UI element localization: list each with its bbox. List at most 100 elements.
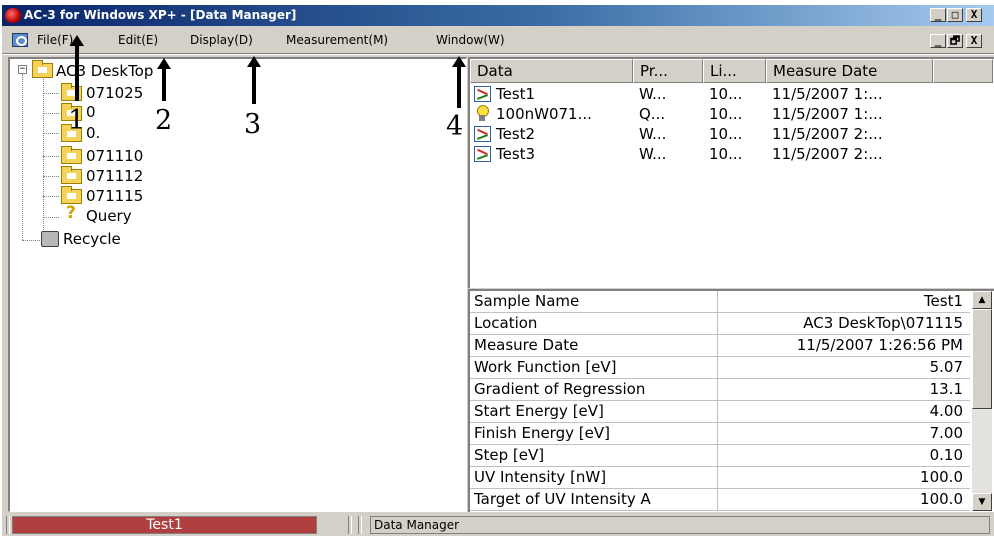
menu-measurement[interactable]: Measurement(M) bbox=[286, 33, 388, 47]
row-name: Test2 bbox=[496, 125, 536, 143]
property-value: 11/5/2007 1:26:56 PM bbox=[796, 336, 963, 354]
restore-button[interactable]: □ bbox=[947, 8, 963, 22]
tree-root-desktop[interactable]: AC3 DeskTop bbox=[56, 62, 153, 80]
property-row[interactable]: Step [eV] 0.10 bbox=[470, 445, 970, 467]
properties-grid[interactable]: Sample Name Test1 Location AC3 DeskTop\0… bbox=[468, 289, 994, 512]
status-divider bbox=[348, 516, 352, 534]
row-date: 11/5/2007 1:... bbox=[772, 105, 883, 123]
window-title: AC-3 for Windows XP+ - [Data Manager] bbox=[24, 8, 297, 22]
property-row[interactable]: Work Function [eV] 5.07 bbox=[470, 357, 970, 379]
data-file-icon bbox=[474, 126, 491, 142]
status-text: Data Manager bbox=[370, 516, 990, 534]
property-value: 0.10 bbox=[929, 446, 963, 464]
tree-folder-071112[interactable]: 071112 bbox=[86, 167, 143, 185]
column-header-li[interactable]: Li... bbox=[703, 59, 766, 83]
data-manager-window: − AC3 DeskTop 071025 0 0. 071110 071112 … bbox=[2, 55, 994, 513]
row-name: Test1 bbox=[496, 85, 536, 103]
data-manager-icon[interactable] bbox=[12, 33, 28, 47]
status-bar: Test1 Data Manager bbox=[2, 513, 994, 536]
property-row[interactable]: Target of UV Intensity A 100.0 bbox=[470, 489, 970, 511]
property-row[interactable]: Finish Energy [eV] 7.00 bbox=[470, 423, 970, 445]
status-selected-item: Test1 bbox=[12, 516, 317, 534]
property-name: Target of UV Intensity A bbox=[470, 489, 718, 511]
property-row[interactable]: Start Energy [eV] 4.00 bbox=[470, 401, 970, 423]
row-li: 10... bbox=[709, 125, 743, 143]
property-value: 7.00 bbox=[929, 424, 963, 442]
property-name: Sample Name bbox=[470, 291, 718, 313]
row-pr: W... bbox=[639, 125, 667, 143]
column-header-measure-date[interactable]: Measure Date bbox=[766, 59, 933, 83]
scroll-up-button[interactable]: ▲ bbox=[972, 291, 992, 309]
data-file-icon bbox=[474, 86, 491, 102]
app-logo-icon bbox=[5, 8, 21, 23]
column-header-pr[interactable]: Pr... bbox=[633, 59, 703, 83]
close-button[interactable]: X bbox=[966, 8, 982, 22]
list-row[interactable]: Test3 W... 10... 11/5/2007 2:... bbox=[470, 144, 990, 164]
tree-query[interactable]: Query bbox=[86, 207, 132, 225]
property-name: Start Energy [eV] bbox=[470, 401, 718, 423]
scroll-down-button[interactable]: ▼ bbox=[972, 493, 992, 511]
annotation-arrow-4 bbox=[452, 56, 466, 108]
minimize-button[interactable]: _ bbox=[930, 8, 946, 22]
property-value: 13.1 bbox=[929, 380, 963, 398]
menu-display[interactable]: Display(D) bbox=[190, 33, 253, 47]
status-divider bbox=[358, 516, 362, 534]
tree-recycle[interactable]: Recycle bbox=[63, 230, 121, 248]
light-bulb-icon bbox=[476, 105, 489, 122]
list-row[interactable]: 100nW071... Q... 10... 11/5/2007 1:... bbox=[470, 104, 990, 124]
recycle-bin-icon bbox=[41, 231, 59, 247]
tree-folder-071110[interactable]: 071110 bbox=[86, 147, 143, 165]
menu-window[interactable]: Window(W) bbox=[436, 33, 505, 47]
property-value: 5.07 bbox=[929, 358, 963, 376]
row-pr: W... bbox=[639, 145, 667, 163]
tree-folder-0-dot[interactable]: 0. bbox=[86, 124, 100, 142]
list-row[interactable]: Test1 W... 10... 11/5/2007 1:... bbox=[470, 84, 990, 104]
property-value: Test1 bbox=[923, 292, 963, 310]
property-value: AC3 DeskTop\071115 bbox=[803, 314, 963, 332]
row-li: 10... bbox=[709, 85, 743, 103]
annotation-number-2: 2 bbox=[155, 105, 173, 136]
data-file-icon bbox=[474, 146, 491, 162]
annotation-number-3: 3 bbox=[244, 109, 262, 140]
column-header-data[interactable]: Data bbox=[470, 59, 633, 83]
mdi-restore-button[interactable]: 🗗 bbox=[947, 34, 963, 48]
data-list[interactable]: Data Pr... Li... Measure Date Test1 W...… bbox=[468, 57, 994, 288]
row-li: 10... bbox=[709, 105, 743, 123]
menu-file[interactable]: File(F) bbox=[37, 33, 73, 47]
folder-open-icon bbox=[32, 60, 53, 78]
property-name: Location bbox=[470, 313, 718, 335]
annotation-arrow-1 bbox=[70, 35, 84, 101]
row-date: 11/5/2007 2:... bbox=[772, 125, 883, 143]
property-name: Step [eV] bbox=[470, 445, 718, 467]
property-row[interactable]: Gradient of Regression 13.1 bbox=[470, 379, 970, 401]
title-bar[interactable]: AC-3 for Windows XP+ - [Data Manager] _ … bbox=[2, 5, 994, 26]
property-row[interactable]: Sample Name Test1 bbox=[470, 291, 970, 313]
property-value: 100.0 bbox=[920, 490, 963, 508]
menu-edit[interactable]: Edit(E) bbox=[118, 33, 158, 47]
status-divider bbox=[6, 516, 10, 534]
property-name: UV Intensity [nW] bbox=[470, 467, 718, 489]
tree-folder-071025[interactable]: 071025 bbox=[86, 84, 143, 102]
tree-folder-0[interactable]: 0 bbox=[86, 103, 96, 121]
scroll-thumb[interactable] bbox=[972, 309, 992, 409]
annotation-number-4: 4 bbox=[446, 111, 464, 142]
menu-bar: File(F) Edit(E) Display(D) Measurement(M… bbox=[2, 26, 994, 54]
row-pr: Q... bbox=[639, 105, 666, 123]
property-name: Work Function [eV] bbox=[470, 357, 718, 379]
mdi-minimize-button[interactable]: _ bbox=[930, 34, 946, 48]
row-name: 100nW071... bbox=[496, 105, 592, 123]
property-row[interactable]: Measure Date 11/5/2007 1:26:56 PM bbox=[470, 335, 970, 357]
folder-icon bbox=[61, 166, 82, 184]
annotation-number-1: 1 bbox=[68, 105, 86, 136]
collapse-toggle[interactable]: − bbox=[18, 65, 27, 74]
list-row[interactable]: Test2 W... 10... 11/5/2007 2:... bbox=[470, 124, 990, 144]
property-row[interactable]: Location AC3 DeskTop\071115 bbox=[470, 313, 970, 335]
property-row[interactable]: UV Intensity [nW] 100.0 bbox=[470, 467, 970, 489]
row-name: Test3 bbox=[496, 145, 536, 163]
properties-scrollbar[interactable]: ▲ ▼ bbox=[972, 291, 992, 511]
mdi-close-button[interactable]: X bbox=[966, 34, 982, 48]
property-value: 100.0 bbox=[920, 468, 963, 486]
tree-folder-071115[interactable]: 071115 bbox=[86, 187, 143, 205]
folder-open-icon bbox=[61, 186, 82, 204]
column-header-empty bbox=[933, 59, 993, 83]
